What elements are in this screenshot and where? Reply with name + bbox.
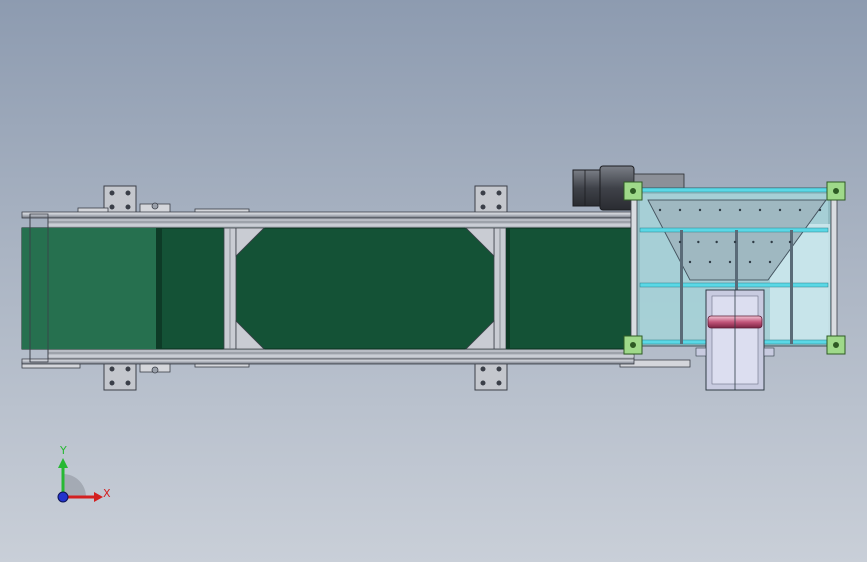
rivet — [688, 260, 692, 264]
y-axis-arrow — [58, 458, 68, 468]
rivet — [798, 208, 802, 212]
rivet — [758, 208, 762, 212]
rivet — [768, 260, 772, 264]
x-axis-arrow — [94, 492, 103, 502]
conveyor-model: Y X — [21, 165, 846, 503]
cad-viewport[interactable]: Y X — [0, 0, 867, 562]
rivet — [678, 240, 682, 244]
y-axis-label: Y — [59, 444, 67, 457]
rivet — [818, 208, 822, 212]
axis-triad-icon: Y X — [57, 444, 111, 503]
rivet — [678, 208, 682, 212]
rail-bottom-inner — [47, 348, 635, 360]
rail-top-inner — [47, 217, 635, 229]
rivet — [733, 240, 737, 244]
rivet — [738, 208, 742, 212]
rail-top-outer — [21, 211, 635, 219]
rivet — [788, 240, 792, 244]
rivet — [708, 260, 712, 264]
rivet — [658, 208, 662, 212]
rivet — [718, 208, 722, 212]
belt-head-roller-zone — [22, 228, 156, 349]
rivet — [770, 240, 773, 244]
rivet — [778, 208, 782, 212]
rivet — [728, 260, 732, 264]
bracket-lower-left — [103, 361, 137, 391]
bracket-upper-left — [103, 185, 137, 215]
rivet — [748, 260, 752, 264]
bracket-upper-right — [474, 185, 508, 215]
rivet — [715, 240, 718, 244]
rail-bottom-outer — [21, 358, 635, 365]
belt-seam — [506, 228, 510, 349]
rivet — [697, 240, 700, 244]
bracket-lower-right — [474, 361, 508, 391]
z-axis-dot — [57, 491, 69, 503]
rivet — [698, 208, 702, 212]
rivet — [752, 240, 755, 244]
x-axis-label: X — [103, 487, 111, 500]
conveyor-belt — [21, 213, 635, 363]
discharge-chute — [695, 289, 775, 391]
